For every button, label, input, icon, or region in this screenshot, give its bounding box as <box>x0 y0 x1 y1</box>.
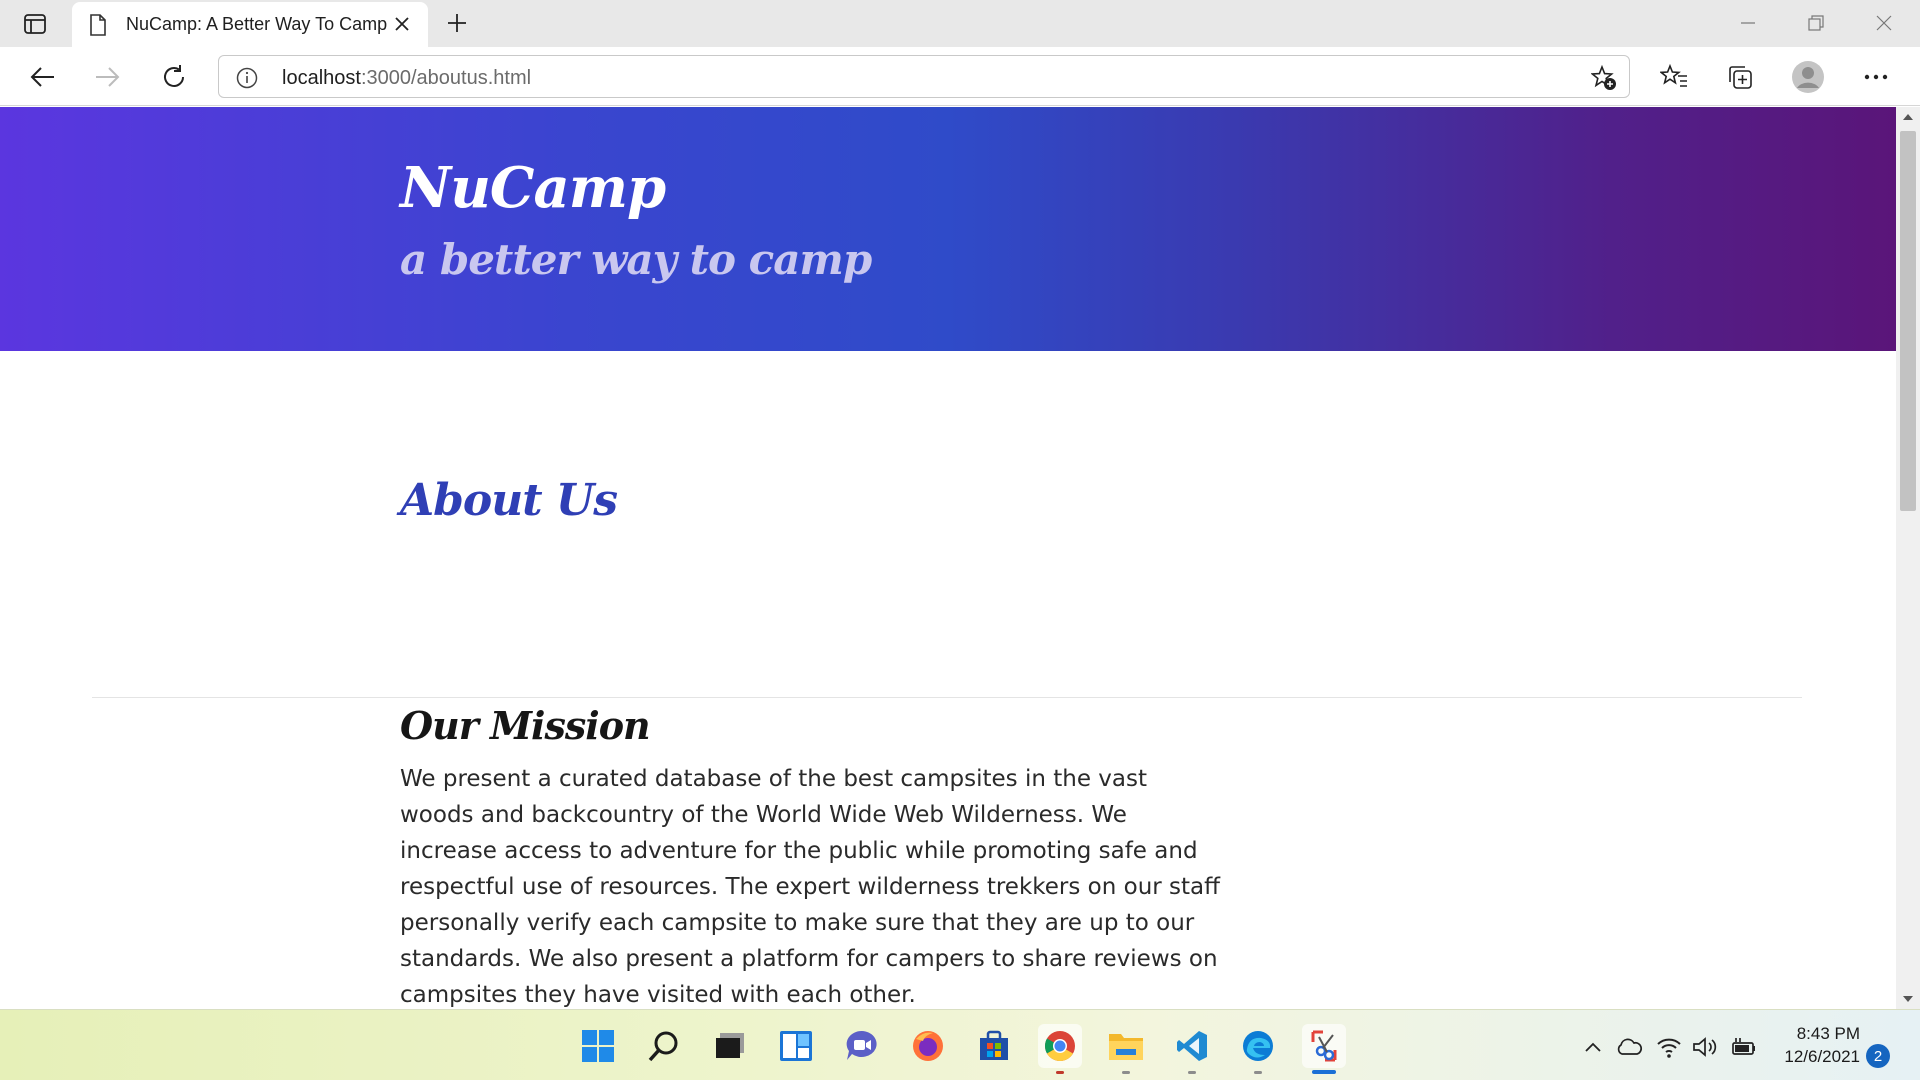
vscode-icon[interactable] <box>1170 1024 1214 1074</box>
chat-icon[interactable] <box>840 1024 884 1068</box>
chrome-icon[interactable] <box>1038 1024 1082 1074</box>
search-icon[interactable] <box>642 1024 686 1068</box>
page-title: About Us <box>400 475 618 526</box>
running-indicator <box>1254 1071 1262 1074</box>
url-host: localhost <box>282 67 361 89</box>
clock-date: 12/6/2021 <box>1784 1047 1860 1066</box>
forward-icon[interactable] <box>90 59 126 95</box>
wifi-icon[interactable] <box>1654 1032 1684 1062</box>
browser-toolbar: localhost:3000/aboutus.html <box>0 47 1920 106</box>
restore-icon[interactable] <box>1794 8 1838 38</box>
more-options-icon[interactable] <box>1858 59 1894 95</box>
chevron-up-icon[interactable] <box>1578 1032 1608 1062</box>
file-explorer-icon[interactable] <box>1104 1024 1148 1074</box>
start-icon[interactable] <box>576 1024 620 1068</box>
url-text[interactable]: localhost:3000/aboutus.html <box>282 67 531 90</box>
tab-nucamp[interactable]: NuCamp: A Better Way To Camp <box>72 2 428 47</box>
page-viewport: NuCamp a better way to camp About Us Our… <box>0 107 1896 1009</box>
refresh-icon[interactable] <box>156 59 192 95</box>
favorites-icon[interactable] <box>1656 59 1692 95</box>
scrollbar-thumb[interactable] <box>1900 131 1916 511</box>
close-tab-icon[interactable] <box>390 12 414 36</box>
close-window-icon[interactable] <box>1862 8 1906 38</box>
windows-taskbar: 8:43 PM 12/6/2021 2 <box>0 1009 1920 1080</box>
url-path: :3000/aboutus.html <box>360 67 532 89</box>
clock-time: 8:43 PM <box>1796 1024 1860 1043</box>
onedrive-icon[interactable] <box>1614 1032 1644 1062</box>
add-favorite-icon[interactable] <box>1591 65 1617 91</box>
tab-actions-icon[interactable] <box>18 10 52 38</box>
profile-avatar[interactable] <box>1790 59 1826 95</box>
system-clock[interactable]: 8:43 PM 12/6/2021 <box>1772 1022 1860 1068</box>
active-indicator <box>1312 1070 1336 1074</box>
site-info-icon[interactable] <box>235 66 259 90</box>
scroll-up-arrow-icon[interactable] <box>1896 107 1920 127</box>
page-scrollbar[interactable] <box>1896 107 1920 1009</box>
mission-paragraph: We present a curated database of the bes… <box>400 766 1220 1008</box>
running-indicator <box>1188 1071 1196 1074</box>
brand-tagline: a better way to camp <box>400 235 872 284</box>
firefox-icon[interactable] <box>906 1024 950 1068</box>
page-icon <box>88 13 108 37</box>
scroll-down-arrow-icon[interactable] <box>1896 989 1920 1009</box>
jumbotron-header: NuCamp a better way to camp <box>0 107 1896 351</box>
running-indicator <box>1122 1071 1130 1074</box>
volume-icon[interactable] <box>1690 1032 1720 1062</box>
back-icon[interactable] <box>24 59 60 95</box>
address-bar[interactable]: localhost:3000/aboutus.html <box>218 55 1630 98</box>
minimize-icon[interactable] <box>1726 8 1770 38</box>
section-divider <box>92 697 1802 698</box>
snipping-tool-icon[interactable] <box>1302 1024 1346 1074</box>
running-indicator <box>1056 1071 1064 1074</box>
new-tab-icon[interactable] <box>442 8 472 38</box>
task-view-icon[interactable] <box>708 1024 752 1068</box>
notification-badge[interactable]: 2 <box>1866 1044 1890 1068</box>
store-icon[interactable] <box>972 1024 1016 1068</box>
battery-icon[interactable] <box>1728 1032 1758 1062</box>
tab-title: NuCamp: A Better Way To Camp <box>126 14 388 34</box>
edge-icon[interactable] <box>1236 1024 1280 1074</box>
browser-tab-strip: NuCamp: A Better Way To Camp <box>0 0 1920 47</box>
widgets-icon[interactable] <box>774 1024 818 1068</box>
collections-icon[interactable] <box>1722 59 1758 95</box>
mission-heading: Our Mission <box>400 703 651 748</box>
brand-title: NuCamp <box>400 155 666 221</box>
